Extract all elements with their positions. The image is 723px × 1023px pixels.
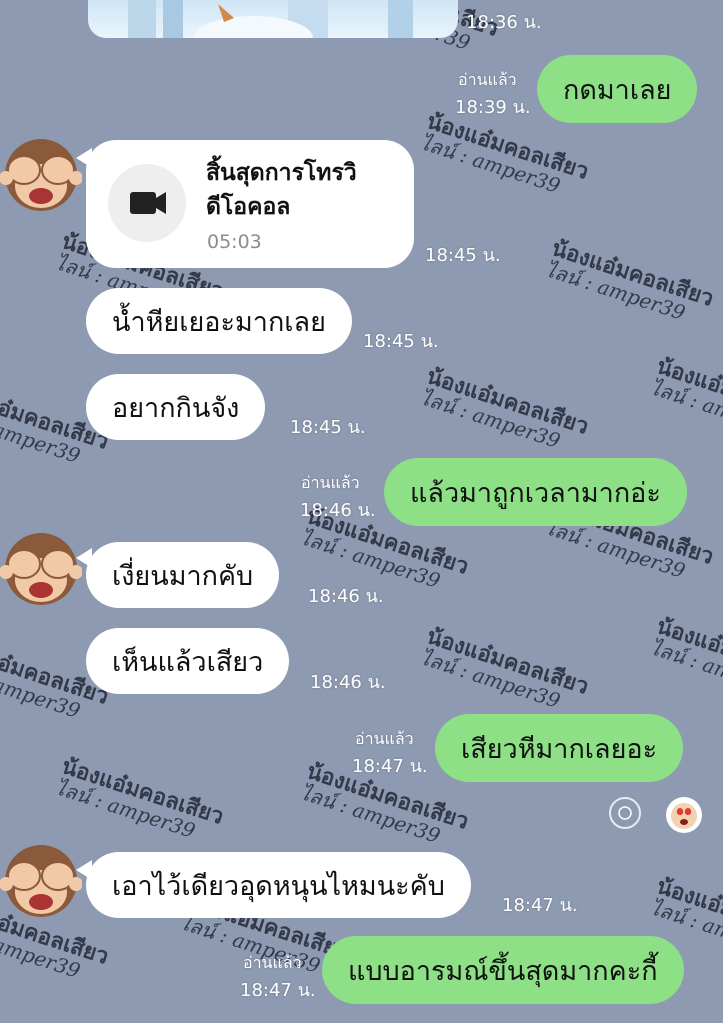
monkey-covering-eyes-icon (0, 533, 83, 605)
monkey-covering-eyes-icon (0, 139, 83, 211)
message-text: กดมาเลย (563, 74, 672, 106)
watermark: น้องแอ๋มคอลเสียวไลน์ : amper39 (647, 353, 723, 444)
message-text: เห็นแล้วเสียว (112, 646, 264, 678)
watermark: น้องแอ๋มคอลเสียวไลน์ : amper39 (417, 108, 592, 199)
incoming-message[interactable]: เอาไว้เดียวอุดหนุนไหมนะคับ (86, 852, 471, 918)
image-message-thumbnail[interactable] (88, 0, 458, 38)
incoming-message[interactable]: น้ำหียเยอะมากเลย (86, 288, 352, 354)
add-reaction-button[interactable] (609, 797, 641, 829)
city-illustration-icon (128, 0, 413, 38)
message-text: เสียวหีมากเลยอะ (461, 733, 658, 765)
message-time: 18:46 น. (308, 586, 384, 607)
watermark: น้องแอ๋มคอลเสียวไลน์ : amper39 (417, 363, 592, 454)
message-time: 18:36 น. (466, 12, 542, 33)
message-text: แบบอารมณ์ขึ้นสุดมากคะกี้ (348, 955, 658, 987)
message-time: 18:47 น. (240, 980, 316, 1001)
outgoing-message[interactable]: แบบอารมณ์ขึ้นสุดมากคะกี้ (322, 936, 684, 1004)
avatar[interactable] (0, 134, 83, 216)
message-time: 18:47 น. (502, 895, 578, 916)
call-title-line2: ดีโอคอล (206, 194, 291, 220)
message-text: เงี่ยนมากคับ (112, 560, 254, 592)
watermark: น้องแอ๋มคอลเสียวไลน์ : amper39 (417, 623, 592, 714)
message-time: 18:46 น. (310, 672, 386, 693)
call-title-line1: สิ้นสุดการโทรวิ (206, 160, 357, 186)
watermark: น้องแอ๋มคอลเสียวไลน์ : amper39 (52, 753, 227, 844)
message-text: แล้วมาถูกเวลามากอ่ะ (410, 477, 661, 509)
watermark: น้องแอ๋มคอลเสียวไลน์ : amper39 (542, 235, 717, 326)
message-time: 18:45 น. (425, 245, 501, 266)
read-receipt: อ่านแล้ว (355, 729, 414, 748)
read-receipt: อ่านแล้ว (458, 70, 517, 89)
heart-eyes-face-icon[interactable] (666, 797, 702, 833)
message-text: น้ำหียเยอะมากเลย (112, 306, 326, 338)
video-camera-icon (108, 164, 186, 242)
message-text: เอาไว้เดียวอุดหนุนไหมนะคับ (112, 870, 445, 902)
monkey-covering-eyes-icon (0, 845, 83, 917)
avatar[interactable] (0, 528, 83, 610)
incoming-message[interactable]: เงี่ยนมากคับ (86, 542, 280, 608)
message-time: 18:45 น. (363, 331, 439, 352)
message-time: 18:46 น. (300, 500, 376, 521)
incoming-message[interactable]: เห็นแล้วเสียว (86, 628, 290, 694)
smiley-plus-icon (618, 806, 632, 820)
message-time: 18:47 น. (352, 756, 428, 777)
video-call-ended-card[interactable]: สิ้นสุดการโทรวิ ดีโอคอล 05:03 (86, 140, 414, 268)
read-receipt: อ่านแล้ว (243, 953, 302, 972)
outgoing-message[interactable]: แล้วมาถูกเวลามากอ่ะ (384, 458, 687, 526)
message-text: อยากกินจัง (112, 392, 240, 424)
message-time: 18:39 น. (455, 97, 531, 118)
read-receipt: อ่านแล้ว (301, 473, 360, 492)
call-duration: 05:03 (207, 231, 262, 253)
incoming-message[interactable]: อยากกินจัง (86, 374, 266, 440)
outgoing-message[interactable]: กดมาเลย (537, 55, 698, 123)
avatar[interactable] (0, 840, 83, 922)
outgoing-message[interactable]: เสียวหีมากเลยอะ (435, 714, 684, 782)
watermark: น้องแอ๋มคอลเสียวไลน์ : amper39 (647, 613, 723, 704)
message-time: 18:45 น. (290, 417, 366, 438)
